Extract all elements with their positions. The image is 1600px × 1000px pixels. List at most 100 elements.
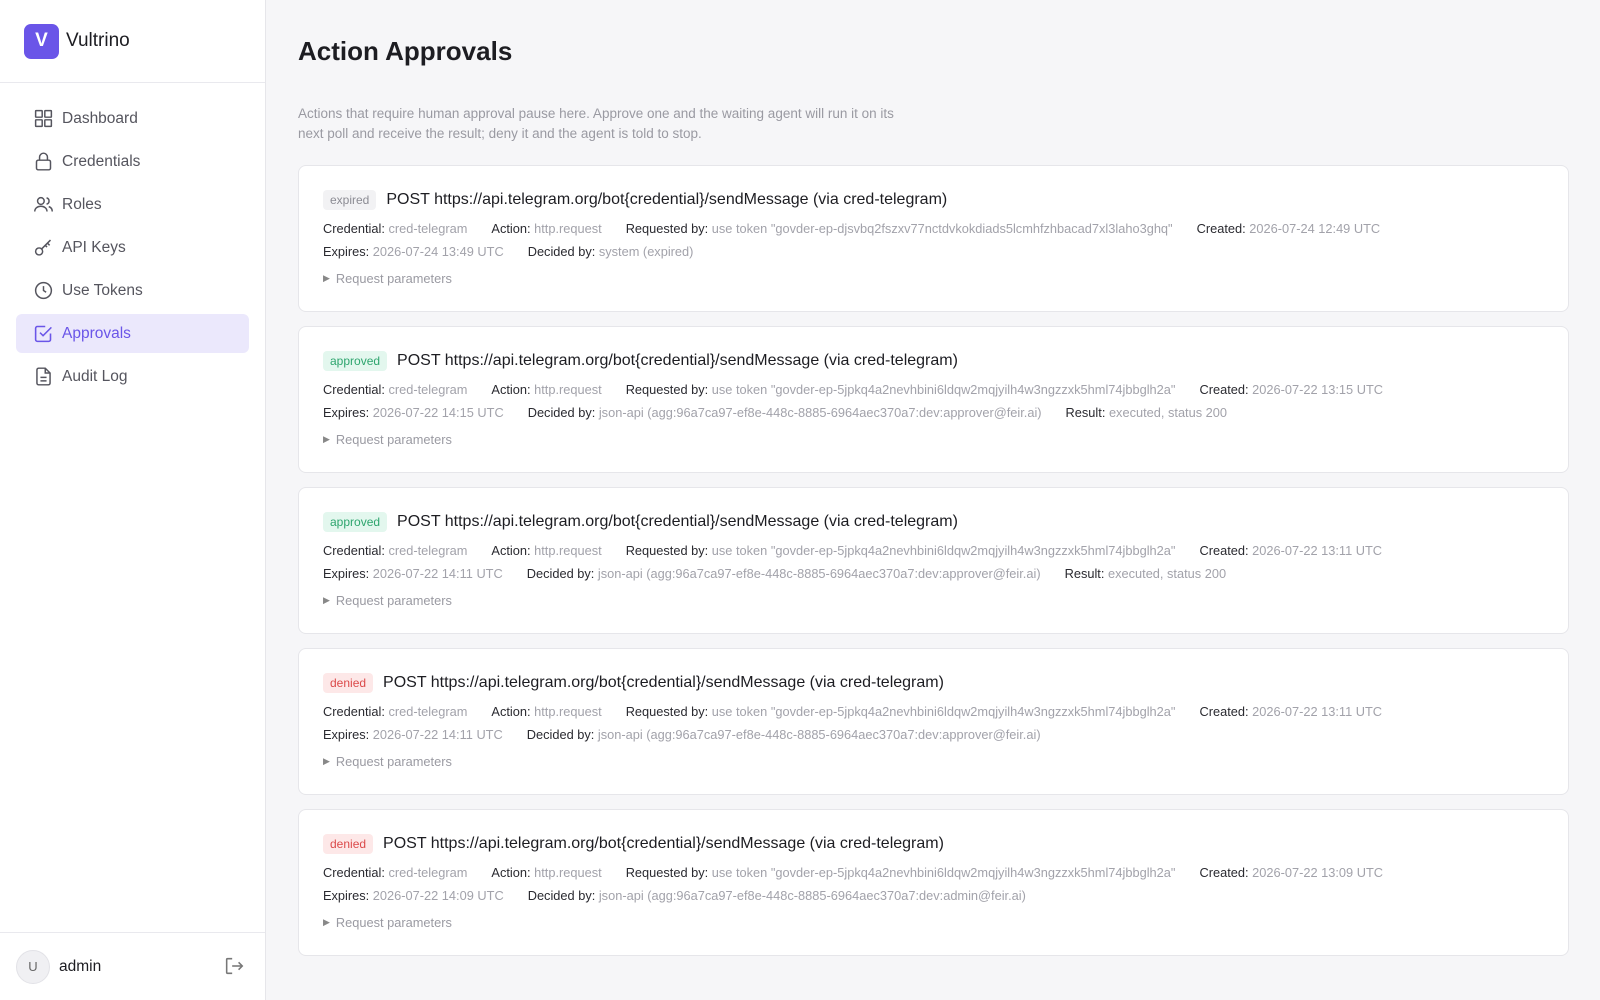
requested-by-field: Requested by: use token "govder-ep-djsvb… bbox=[626, 221, 1173, 236]
triangle-right-icon: ▶ bbox=[323, 756, 330, 766]
triangle-right-icon: ▶ bbox=[323, 273, 330, 283]
field-value: cred-telegram bbox=[388, 382, 468, 397]
expires-field: Expires: 2026-07-22 14:11 UTC bbox=[323, 566, 503, 581]
meta-row-1: Credential: cred-telegram Action: http.r… bbox=[323, 221, 1544, 236]
request-parameters-label: Request parameters bbox=[335, 915, 452, 930]
dashboard-grid-icon bbox=[32, 108, 54, 130]
check-square-icon bbox=[32, 323, 54, 345]
field-label: Decided by: bbox=[526, 566, 595, 581]
created-field: Created: 2026-07-22 13:11 UTC bbox=[1199, 704, 1382, 719]
request-parameters-toggle[interactable]: ▶ Request parameters bbox=[323, 271, 1544, 286]
requested-by-field: Requested by: use token "govder-ep-5jpkq… bbox=[626, 865, 1176, 880]
approval-card: denied POST https://api.telegram.org/bot… bbox=[298, 648, 1569, 795]
decided-by-field: Decided by: json-api (agg:96a7ca97-ef8e-… bbox=[528, 888, 1026, 903]
approval-title: POST https://api.telegram.org/bot{creden… bbox=[397, 352, 958, 369]
status-badge: denied bbox=[323, 673, 374, 693]
field-value: system (expired) bbox=[598, 244, 694, 259]
field-value: 2026-07-24 13:49 UTC bbox=[372, 244, 504, 259]
field-label: Expires: bbox=[323, 727, 370, 742]
created-field: Created: 2026-07-24 12:49 UTC bbox=[1197, 221, 1381, 236]
meta-row-1: Credential: cred-telegram Action: http.r… bbox=[323, 543, 1544, 558]
logout-icon[interactable] bbox=[223, 955, 245, 977]
request-parameters-toggle[interactable]: ▶ Request parameters bbox=[323, 432, 1544, 447]
field-value: 2026-07-22 14:11 UTC bbox=[372, 727, 503, 742]
sidebar-item-label: Roles bbox=[62, 195, 102, 213]
sidebar-item-dashboard[interactable]: Dashboard bbox=[16, 99, 249, 138]
approval-title: POST https://api.telegram.org/bot{creden… bbox=[397, 513, 958, 530]
document-icon bbox=[32, 366, 54, 388]
field-label: Credential: bbox=[323, 543, 385, 558]
field-label: Action: bbox=[491, 382, 531, 397]
approval-title: POST https://api.telegram.org/bot{creden… bbox=[386, 191, 948, 208]
field-value: 2026-07-22 13:11 UTC bbox=[1252, 543, 1383, 558]
field-value: 2026-07-24 12:49 UTC bbox=[1249, 221, 1381, 236]
request-parameters-label: Request parameters bbox=[335, 432, 452, 447]
field-value: cred-telegram bbox=[388, 221, 468, 236]
credential-field: Credential: cred-telegram bbox=[323, 865, 467, 880]
field-label: Decided by: bbox=[527, 888, 596, 903]
request-parameters-label: Request parameters bbox=[335, 271, 452, 286]
triangle-right-icon: ▶ bbox=[323, 595, 330, 605]
field-label: Expires: bbox=[323, 405, 370, 420]
meta-row-2: Expires: 2026-07-22 14:09 UTC Decided by… bbox=[323, 888, 1544, 903]
field-value: json-api (agg:96a7ca97-ef8e-448c-8885-69… bbox=[597, 566, 1041, 581]
status-badge: expired bbox=[323, 190, 377, 210]
page-title: Action Approvals bbox=[298, 36, 513, 66]
field-value: http.request bbox=[534, 382, 602, 397]
field-label: Requested by: bbox=[625, 221, 709, 236]
user-panel: U admin bbox=[0, 932, 265, 1000]
expires-field: Expires: 2026-07-22 14:11 UTC bbox=[323, 727, 503, 742]
sidebar: V Vultrino Dashboard Credentials Roles A… bbox=[0, 0, 266, 1000]
approval-card: approved POST https://api.telegram.org/b… bbox=[298, 326, 1569, 473]
field-label: Created: bbox=[1196, 221, 1246, 236]
approval-title: POST https://api.telegram.org/bot{creden… bbox=[383, 674, 944, 691]
field-label: Action: bbox=[491, 221, 531, 236]
brand[interactable]: V Vultrino bbox=[0, 0, 265, 83]
requested-by-field: Requested by: use token "govder-ep-5jpkq… bbox=[626, 704, 1176, 719]
meta-row-2: Expires: 2026-07-22 14:11 UTC Decided by… bbox=[323, 566, 1544, 581]
sidebar-item-api-keys[interactable]: API Keys bbox=[16, 228, 249, 267]
field-label: Result: bbox=[1065, 405, 1106, 420]
lock-icon bbox=[32, 151, 54, 173]
credential-field: Credential: cred-telegram bbox=[323, 543, 467, 558]
key-icon bbox=[32, 237, 54, 259]
field-label: Action: bbox=[491, 543, 531, 558]
request-parameters-label: Request parameters bbox=[335, 593, 452, 608]
sidebar-item-label: Use Tokens bbox=[62, 281, 143, 299]
decided-by-field: Decided by: json-api (agg:96a7ca97-ef8e-… bbox=[527, 566, 1041, 581]
field-value: http.request bbox=[534, 543, 602, 558]
meta-row-2: Expires: 2026-07-24 13:49 UTC Decided by… bbox=[323, 244, 1544, 259]
field-label: Action: bbox=[491, 865, 531, 880]
field-value: cred-telegram bbox=[388, 543, 468, 558]
field-value: 2026-07-22 14:11 UTC bbox=[372, 566, 503, 581]
request-parameters-toggle[interactable]: ▶ Request parameters bbox=[323, 593, 1544, 608]
field-label: Requested by: bbox=[625, 865, 709, 880]
field-value: use token "govder-ep-5jpkq4a2nevhbini6ld… bbox=[711, 704, 1176, 719]
field-label: Action: bbox=[491, 704, 531, 719]
sidebar-item-approvals[interactable]: Approvals bbox=[16, 314, 249, 353]
field-value: cred-telegram bbox=[388, 704, 468, 719]
request-parameters-toggle[interactable]: ▶ Request parameters bbox=[323, 915, 1544, 930]
field-label: Decided by: bbox=[527, 244, 596, 259]
created-field: Created: 2026-07-22 13:11 UTC bbox=[1199, 543, 1382, 558]
avatar: U bbox=[16, 949, 50, 984]
decided-by-field: Decided by: json-api (agg:96a7ca97-ef8e-… bbox=[528, 405, 1042, 420]
credential-field: Credential: cred-telegram bbox=[323, 382, 467, 397]
expires-field: Expires: 2026-07-22 14:09 UTC bbox=[323, 888, 504, 903]
field-value: 2026-07-22 13:11 UTC bbox=[1252, 704, 1383, 719]
field-value: executed, status 200 bbox=[1108, 405, 1228, 420]
sidebar-item-use-tokens[interactable]: Use Tokens bbox=[16, 271, 249, 310]
sidebar-item-roles[interactable]: Roles bbox=[16, 185, 249, 224]
status-badge: approved bbox=[323, 351, 388, 371]
field-label: Created: bbox=[1199, 704, 1249, 719]
field-value: use token "govder-ep-5jpkq4a2nevhbini6ld… bbox=[711, 382, 1176, 397]
request-parameters-toggle[interactable]: ▶ Request parameters bbox=[323, 754, 1544, 769]
field-label: Decided by: bbox=[526, 727, 595, 742]
sidebar-item-credentials[interactable]: Credentials bbox=[16, 142, 249, 181]
field-value: http.request bbox=[534, 865, 602, 880]
user-name: admin bbox=[59, 957, 102, 975]
sidebar-item-audit-log[interactable]: Audit Log bbox=[16, 357, 249, 396]
status-badge: approved bbox=[323, 512, 388, 532]
action-field: Action: http.request bbox=[491, 221, 601, 236]
created-field: Created: 2026-07-22 13:15 UTC bbox=[1199, 382, 1383, 397]
